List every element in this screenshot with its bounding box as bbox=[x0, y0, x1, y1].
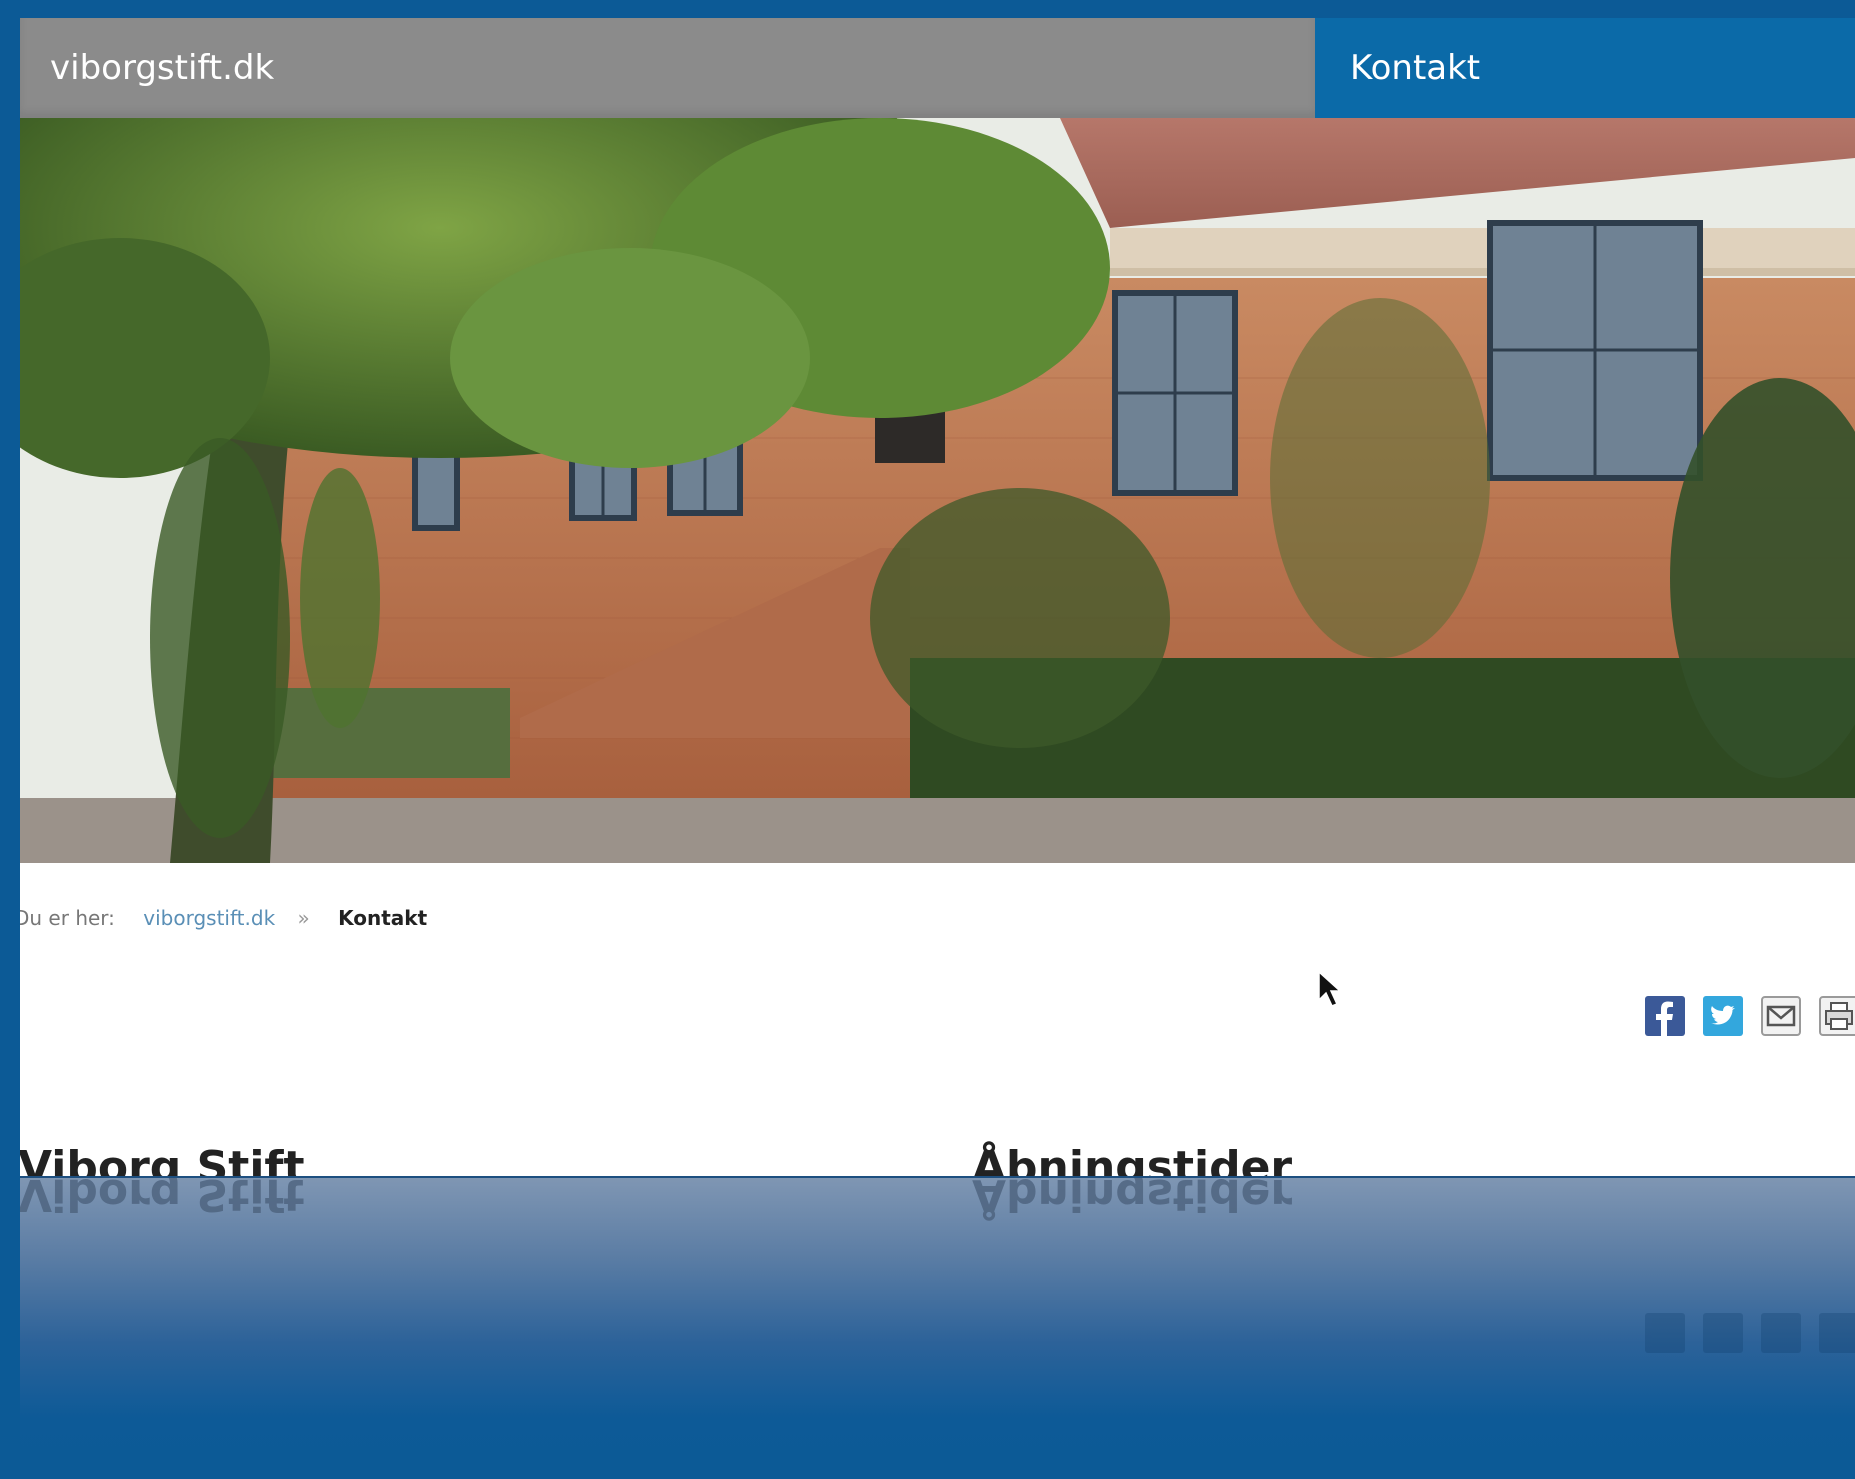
share-toolbar bbox=[1645, 996, 1855, 1036]
breadcrumb-prefix: Du er her: bbox=[20, 906, 115, 930]
reflection-icon bbox=[1645, 1313, 1685, 1353]
main-navigation: Kontakt bbox=[1315, 18, 1855, 118]
section-heading-viborg-stift: Viborg Stift bbox=[20, 1142, 305, 1177]
facebook-icon[interactable] bbox=[1645, 996, 1685, 1036]
twitter-icon[interactable] bbox=[1703, 996, 1743, 1036]
site-title-link[interactable]: viborgstift.dk bbox=[50, 48, 274, 88]
reflection-heading-left: Viborg Stift bbox=[20, 1176, 305, 1220]
breadcrumb-home-link[interactable]: viborgstift.dk bbox=[143, 906, 275, 930]
reflection-icon bbox=[1761, 1313, 1801, 1353]
print-icon[interactable] bbox=[1819, 996, 1855, 1036]
browser-viewport: viborgstift.dk Kontakt Du er her: viborg… bbox=[20, 18, 1855, 1176]
window-reflection: Viborg Stift Åbningstider bbox=[20, 1176, 1855, 1479]
hero-image bbox=[20, 118, 1855, 863]
reflection-icon bbox=[1819, 1313, 1855, 1353]
hero-illustration bbox=[20, 118, 1855, 863]
email-icon[interactable] bbox=[1761, 996, 1801, 1036]
breadcrumb-current: Kontakt bbox=[338, 906, 428, 930]
breadcrumb-separator: » bbox=[297, 906, 310, 930]
section-heading-opening-hours: Åbningstider bbox=[972, 1142, 1293, 1177]
breadcrumb: Du er her: viborgstift.dk » Kontakt bbox=[20, 906, 427, 930]
reflection-heading-right: Åbningstider bbox=[972, 1176, 1293, 1220]
site-header: viborgstift.dk Kontakt bbox=[20, 18, 1855, 118]
reflection-share-icons bbox=[1645, 1313, 1855, 1353]
reflection-icon bbox=[1703, 1313, 1743, 1353]
site-title-area: viborgstift.dk bbox=[20, 18, 1315, 118]
nav-link-kontakt[interactable]: Kontakt bbox=[1350, 48, 1480, 88]
mouse-cursor-icon bbox=[1318, 970, 1342, 1007]
